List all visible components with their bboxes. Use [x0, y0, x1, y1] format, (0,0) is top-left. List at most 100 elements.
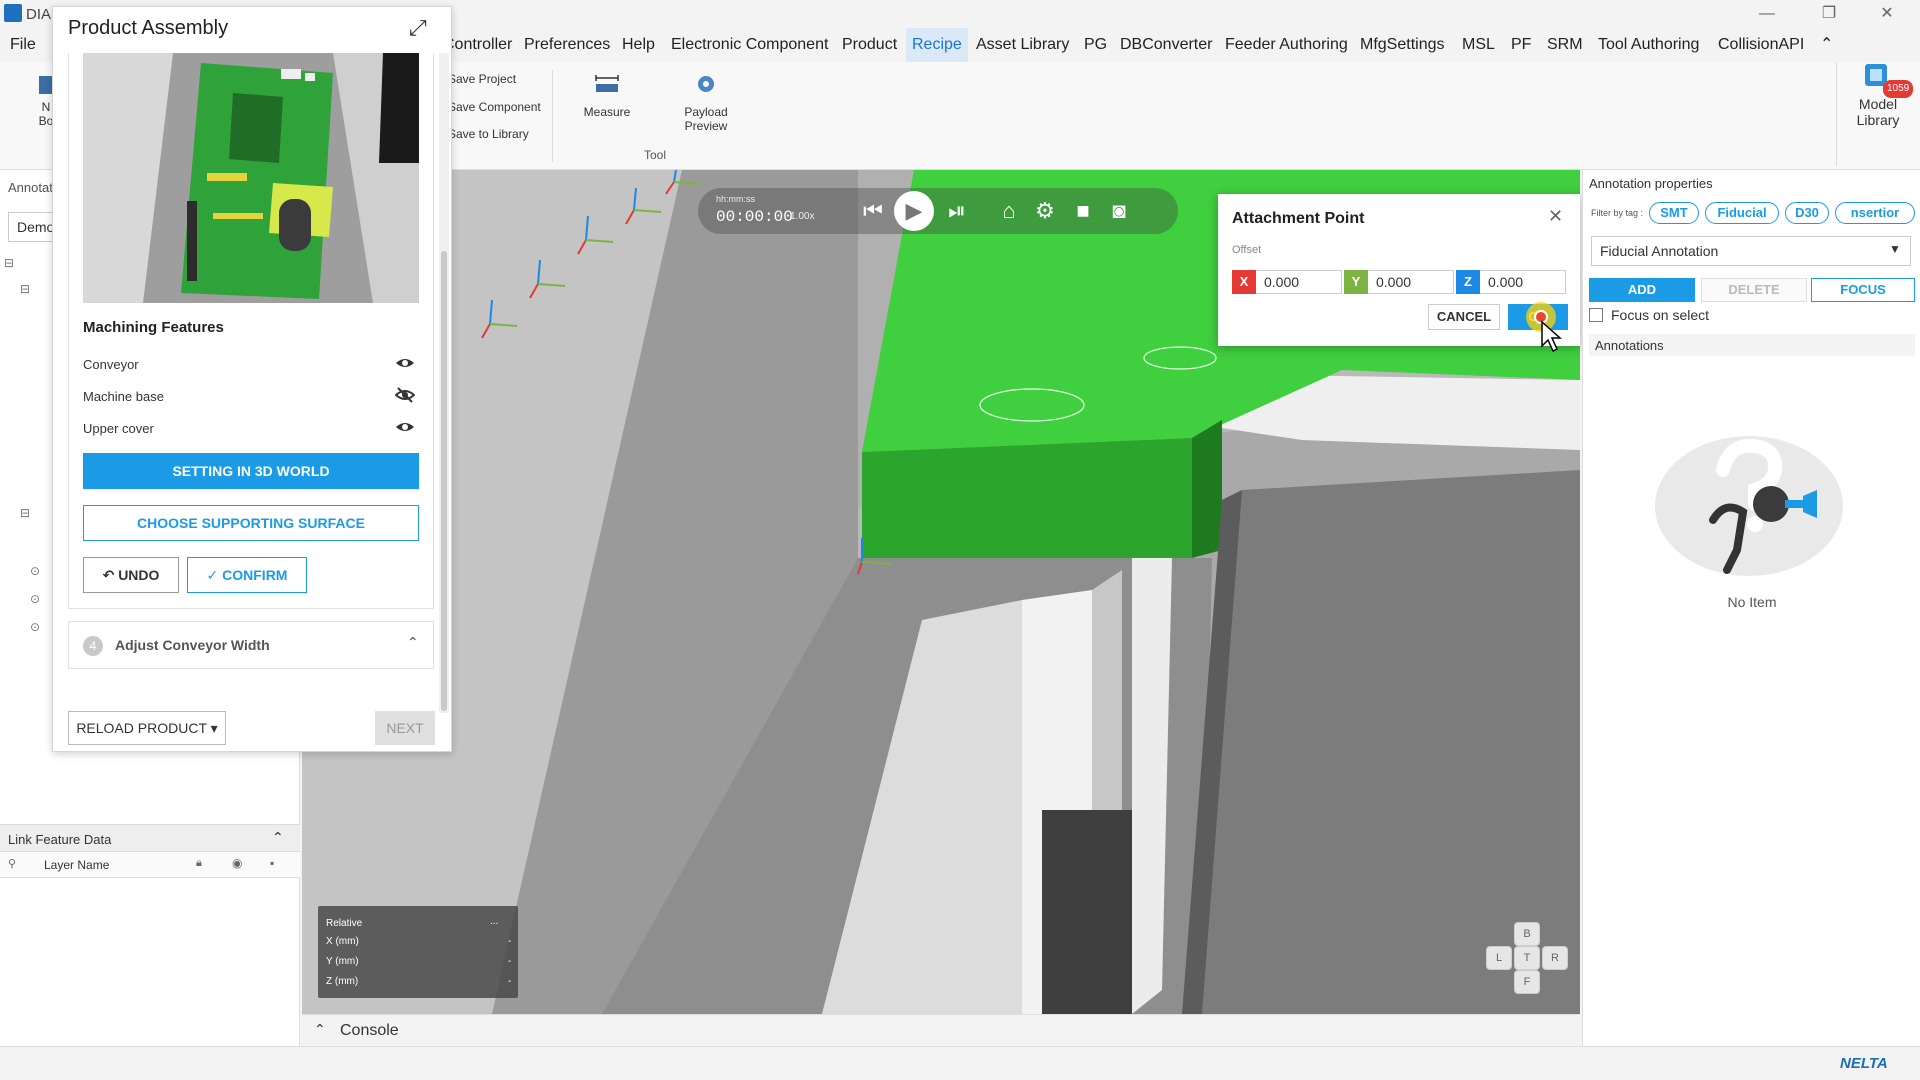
setting-in-3d-world-button[interactable]: SETTING IN 3D WORLD [83, 453, 419, 489]
link-feature-title: Link Feature Data [8, 832, 112, 847]
tree-node-icon[interactable]: ⊙ [30, 592, 40, 606]
menu-collisionapi[interactable]: CollisionAPI [1712, 28, 1810, 62]
eye-icon[interactable] [395, 353, 415, 373]
relative-y-label: Y (mm) [326, 956, 359, 967]
link-feature-header[interactable]: Link Feature Data ⌃ [0, 824, 300, 852]
step-forward-icon[interactable]: ⏯ [942, 196, 972, 226]
chevron-up-icon[interactable]: ⌃ [407, 634, 419, 651]
menu-srm[interactable]: SRM [1541, 28, 1589, 62]
step-adjust-conveyor-width[interactable]: 4 Adjust Conveyor Width ⌃ [68, 621, 434, 669]
tag-chip-smt[interactable]: SMT [1649, 202, 1699, 224]
navigation-cube: B L T R F [1482, 922, 1572, 1012]
console-bar[interactable]: ⌃ Console [302, 1014, 1580, 1046]
menu-preferences[interactable]: Preferences [518, 28, 616, 62]
menu-asset-library[interactable]: Asset Library [970, 28, 1075, 62]
cancel-button[interactable]: CANCEL [1428, 304, 1500, 330]
save-project-button[interactable]: Save Project [448, 72, 516, 86]
offset-y-input[interactable] [1368, 270, 1454, 294]
menu-tool-authoring[interactable]: Tool Authoring [1592, 28, 1705, 62]
empty-state-illustration [1655, 436, 1843, 576]
measure-button[interactable]: Measure [580, 74, 634, 119]
dropdown-arrow-icon[interactable]: ▼ [1889, 242, 1901, 256]
focus-on-select-label: Focus on select [1611, 307, 1710, 323]
confirm-label: CONFIRM [222, 567, 288, 583]
offset-z-input[interactable] [1480, 270, 1566, 294]
menu-product[interactable]: Product [836, 28, 903, 62]
menu-electronic-component[interactable]: Electronic Component [665, 28, 834, 62]
scrollbar-thumb[interactable] [441, 251, 447, 711]
save-to-library-button[interactable]: Save to Library [448, 127, 529, 141]
menu-help[interactable]: Help [616, 28, 661, 62]
relative-menu-icon[interactable]: ... [490, 916, 498, 927]
eye-off-icon[interactable] [395, 385, 415, 405]
menu-recipe[interactable]: Recipe [906, 28, 968, 62]
empty-state-label: No Item [1727, 594, 1777, 610]
navcube-top[interactable]: T [1514, 946, 1540, 970]
delete-button[interactable]: DELETE [1701, 278, 1807, 302]
confirm-button[interactable]: ✓ CONFIRM [187, 557, 307, 593]
tag-chip-d30[interactable]: D30 [1785, 202, 1829, 224]
tree-node-icon[interactable]: ⊙ [30, 620, 40, 634]
video-camera-icon[interactable]: ■ [1068, 196, 1098, 226]
camera-icon[interactable]: ◙ [1104, 196, 1134, 226]
chevron-up-icon[interactable]: ⌃ [272, 829, 284, 846]
menu-pg[interactable]: PG [1078, 28, 1113, 62]
navcube-left[interactable]: L [1486, 946, 1512, 970]
minimize-button[interactable]: — [1744, 2, 1790, 26]
menu-mfgsettings[interactable]: MfgSettings [1354, 28, 1450, 62]
navcube-back[interactable]: B [1514, 922, 1540, 946]
offset-label: Offset [1232, 244, 1262, 256]
model-library-label: Model Library [1856, 96, 1900, 128]
feature-row-machine-base: Machine base [83, 385, 419, 409]
next-button[interactable]: NEXT [375, 711, 435, 745]
view-mode-icon[interactable]: ⌂ [994, 196, 1024, 226]
feature-label: Conveyor [83, 357, 139, 372]
payload-preview-button[interactable]: Payload Preview [678, 74, 734, 133]
trash-icon[interactable]: ▪ [270, 856, 274, 870]
expand-icon[interactable]: ⤢ [409, 15, 427, 41]
menu-feeder-authoring[interactable]: Feeder Authoring [1219, 28, 1354, 62]
menu-dbconverter[interactable]: DBConverter [1114, 28, 1218, 62]
gear-icon[interactable]: ⚙ [1030, 196, 1060, 226]
restore-button[interactable]: ❐ [1806, 2, 1852, 26]
app-logo-icon [4, 4, 22, 22]
play-icon[interactable]: ▶ [894, 191, 934, 231]
focus-on-select-checkbox[interactable] [1589, 308, 1603, 322]
offset-x-input[interactable] [1256, 270, 1342, 294]
navcube-right[interactable]: R [1542, 946, 1568, 970]
model-library-button[interactable]: 1059 Model Library [1840, 60, 1916, 128]
reload-product-button[interactable]: RELOAD PRODUCT ▾ [68, 711, 226, 745]
menu-msl[interactable]: MSL [1456, 28, 1501, 62]
playback-speed[interactable]: 1.00x [790, 211, 814, 222]
menu-file[interactable]: File [4, 28, 42, 62]
console-label: Console [340, 1022, 399, 1039]
tree-node-icon[interactable]: ⊙ [30, 564, 40, 578]
tree-collapse-icon[interactable]: ⊟ [4, 256, 14, 270]
save-component-button[interactable]: Save Component [448, 100, 541, 114]
skip-back-icon[interactable]: ⏮ [858, 196, 888, 226]
eye-icon[interactable]: ◉ [232, 856, 242, 870]
payload-preview-label: Payload Preview [684, 105, 728, 133]
ribbon-divider [1836, 62, 1837, 166]
eye-icon[interactable] [395, 417, 415, 437]
step-label: Adjust Conveyor Width [115, 637, 270, 653]
undo-button[interactable]: ↶ UNDO [83, 557, 179, 593]
close-window-button[interactable]: ✕ [1864, 2, 1910, 26]
menu-pf[interactable]: PF [1505, 28, 1537, 62]
add-button[interactable]: ADD [1589, 278, 1695, 302]
chevron-up-icon[interactable]: ⌃ [314, 1021, 326, 1038]
choose-supporting-surface-button[interactable]: CHOOSE SUPPORTING SURFACE [83, 505, 419, 541]
navcube-front[interactable]: F [1514, 970, 1540, 994]
measure-label: Measure [583, 105, 631, 119]
lock-icon[interactable]: 🔒︎ [196, 857, 202, 870]
tree-collapse-icon[interactable]: ⊟ [20, 282, 30, 296]
tree-collapse-icon[interactable]: ⊟ [20, 506, 30, 520]
relative-x-value: - [508, 936, 512, 947]
relative-coordinates-box: Relative ... X (mm) - Y (mm) - Z (mm) - [318, 906, 518, 998]
annotation-type-select[interactable]: Fiducial Annotation [1591, 236, 1911, 266]
close-icon[interactable]: ✕ [1548, 206, 1563, 227]
tag-chip-fiducial[interactable]: Fiducial [1705, 202, 1779, 224]
collapse-ribbon-icon[interactable]: ⌃ [1814, 28, 1839, 62]
focus-button[interactable]: FOCUS [1811, 278, 1915, 302]
tag-chip-insertion[interactable]: nsertior [1835, 202, 1915, 224]
